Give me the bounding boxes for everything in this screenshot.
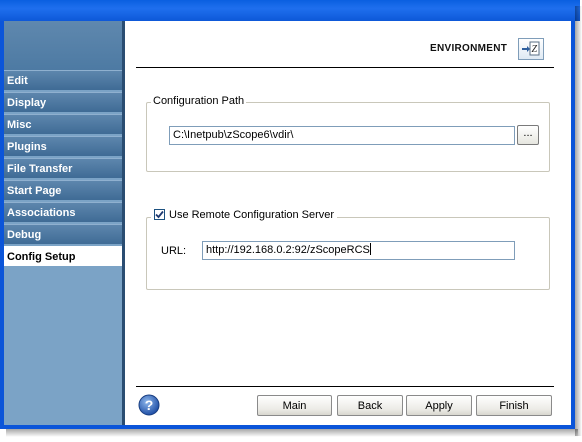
remote-configuration-legend: Use Remote Configuration Server — [151, 209, 338, 221]
text-caret — [369, 243, 371, 255]
sidebar-item-file-transfer[interactable]: File Transfer — [4, 158, 122, 178]
sidebar-item-display[interactable]: Display — [4, 92, 122, 112]
finish-button[interactable]: Finish — [476, 395, 552, 416]
window-shadow-bottom — [6, 429, 578, 437]
configuration-path-input[interactable]: C:\Inetpub\zScope6\vdir\ — [169, 126, 515, 145]
sidebar-item-misc[interactable]: Misc — [4, 114, 122, 134]
window-shadow-right — [575, 6, 582, 436]
sidebar-item-associations[interactable]: Associations — [4, 202, 122, 222]
header-divider — [136, 67, 554, 68]
sidebar-item-plugins[interactable]: Plugins — [4, 136, 122, 156]
browse-button[interactable]: ... — [517, 125, 539, 145]
page-title: ENVIRONMENT — [430, 43, 508, 54]
url-input-value: http://192.168.0.2:92/zScopeRCS — [206, 244, 370, 256]
remote-config-checkbox[interactable] — [154, 209, 165, 220]
apply-button[interactable]: Apply — [406, 395, 472, 416]
sidebar-divider — [122, 21, 125, 425]
svg-text:Z: Z — [532, 44, 538, 55]
window-title-bar[interactable] — [0, 0, 580, 21]
checkmark-icon — [155, 210, 164, 219]
configuration-path-legend: Configuration Path — [151, 95, 247, 107]
sidebar-item-edit[interactable]: Edit — [4, 70, 122, 90]
dialog-client-area: Edit Display Misc Plugins File Transfer … — [4, 21, 571, 425]
sidebar-item-config-setup[interactable]: Config Setup — [4, 246, 122, 266]
remote-config-checkbox-label[interactable]: Use Remote Configuration Server — [169, 209, 334, 221]
svg-text:?: ? — [145, 397, 154, 413]
sidebar-item-start-page[interactable]: Start Page — [4, 180, 122, 200]
back-button[interactable]: Back — [337, 395, 403, 416]
sidebar-item-debug[interactable]: Debug — [4, 224, 122, 244]
remote-configuration-group: Use Remote Configuration Server URL: htt… — [146, 209, 550, 290]
help-icon[interactable]: ? — [138, 394, 160, 416]
url-input[interactable]: http://192.168.0.2:92/zScopeRCS — [202, 241, 515, 260]
url-label: URL: — [161, 245, 187, 257]
footer-divider — [136, 386, 554, 387]
sidebar: Edit Display Misc Plugins File Transfer … — [4, 21, 122, 425]
configuration-path-group: Configuration Path C:\Inetpub\zScope6\vd… — [146, 95, 550, 172]
environment-icon: Z — [518, 38, 544, 60]
sidebar-header — [4, 21, 122, 70]
main-button[interactable]: Main — [257, 395, 332, 416]
